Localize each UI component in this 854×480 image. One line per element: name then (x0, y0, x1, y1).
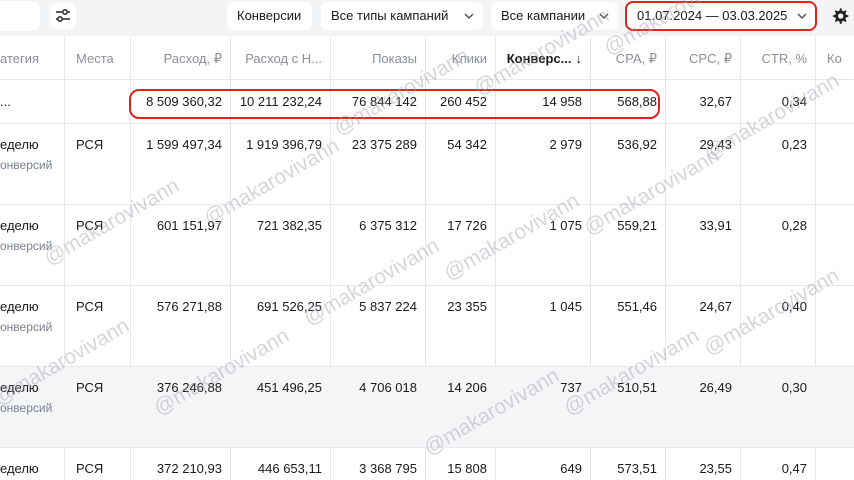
strategy-cell: еделю онверсий (0, 367, 64, 447)
strategy-name: еделю (0, 218, 39, 233)
strategy-name: еделю (0, 299, 39, 314)
ctr-cell: 0,47 (781, 461, 807, 476)
strategy-cell: еделю онверсий (0, 286, 64, 366)
strategy-name: еделю (0, 380, 39, 395)
places-cell: РСЯ (76, 218, 104, 233)
strategy-goal: онверсий (0, 158, 53, 172)
col-clicks-header[interactable]: Клики (425, 37, 495, 79)
ctr-cell: 0,40 (781, 299, 807, 314)
col-spend-header[interactable]: Расход, ₽ (130, 37, 230, 79)
col-places-header[interactable]: Места (64, 37, 130, 79)
clicks-cell: 17 726 (447, 218, 487, 233)
campaign-types-dropdown[interactable]: Все типы кампаний (321, 2, 483, 30)
conversions-cell: 737 (560, 380, 582, 395)
spend-vat-cell: 451 496,25 (256, 380, 322, 395)
sort-arrow-icon: ↓ (575, 51, 583, 66)
spend-cell: 576 271,88 (156, 299, 222, 314)
ctr-cell: 0,28 (781, 218, 807, 233)
table-row[interactable]: еделю онверсий РСЯ 576 271,88 691 526,25… (0, 286, 854, 367)
cpc-cell: 33,91 (699, 218, 732, 233)
campaigns-dropdown[interactable]: Все кампании (491, 2, 618, 30)
conversions-cell: 1 045 (549, 299, 582, 314)
cpa-cell: 573,51 (617, 461, 657, 476)
col-spend-vat-header[interactable]: Расход с Н... (230, 37, 330, 79)
total-cpc: 32,67 (699, 94, 732, 109)
clicks-cell: 23 355 (447, 299, 487, 314)
cpc-cell: 26,49 (699, 380, 732, 395)
campaigns-label: Все кампании (501, 8, 586, 23)
spend-vat-cell: 1 919 396,79 (246, 137, 322, 152)
cpa-cell: 536,92 (617, 137, 657, 152)
strategy-name: еделю (0, 137, 39, 152)
strategy-cell: еделю онверсий (0, 205, 64, 285)
spend-cell: 1 599 497,34 (146, 137, 222, 152)
spend-cell: 372 210,93 (156, 461, 222, 476)
impressions-cell: 6 375 312 (359, 218, 417, 233)
toolbar: Конверсии Все типы кампаний Все кампании… (0, 0, 854, 36)
table-row[interactable]: еделю онверсий РСЯ 601 151,97 721 382,35… (0, 205, 854, 286)
strategy-cell: еделю (0, 448, 64, 480)
strategy-name: еделю (0, 461, 39, 476)
places-cell: РСЯ (76, 137, 104, 152)
impressions-cell: 3 368 795 (359, 461, 417, 476)
strategy-cell: еделю онверсий (0, 124, 64, 204)
col-conversions-label: Конверс... (506, 51, 572, 66)
spend-vat-cell: 446 653,11 (257, 461, 322, 476)
ctr-cell: 0,23 (781, 137, 807, 152)
cpa-cell: 559,21 (617, 218, 657, 233)
conversions-cell: 1 075 (549, 218, 582, 233)
spend-vat-cell: 691 526,25 (256, 299, 322, 314)
chevron-down-icon (599, 13, 609, 20)
ctr-cell: 0,30 (781, 380, 807, 395)
conversions-button[interactable]: Конверсии (227, 2, 312, 30)
clicks-cell: 14 206 (447, 380, 487, 395)
total-strategy: ... (0, 94, 11, 109)
places-cell: РСЯ (76, 461, 104, 476)
col-conversions-header[interactable]: Конверс... ↓ (495, 37, 590, 79)
filter-settings-button[interactable] (50, 3, 76, 29)
col-impressions-header[interactable]: Показы (330, 37, 425, 79)
spend-cell: 601 151,97 (156, 218, 222, 233)
cpc-cell: 23,55 (699, 461, 732, 476)
clicks-cell: 54 342 (447, 137, 487, 152)
chevron-down-icon (464, 13, 474, 20)
spend-vat-cell: 721 382,35 (256, 218, 322, 233)
places-cell: РСЯ (76, 380, 104, 395)
total-ctr: 0,34 (781, 94, 807, 109)
places-cell: РСЯ (76, 299, 104, 314)
col-ctr-header[interactable]: CTR, % (740, 37, 815, 79)
conversions-cell: 649 (560, 461, 582, 476)
col-more-header[interactable]: Ко (815, 37, 854, 79)
date-range-highlight (625, 1, 817, 31)
impressions-cell: 5 837 224 (359, 299, 417, 314)
clicks-cell: 15 808 (447, 461, 487, 476)
sliders-icon (56, 9, 70, 23)
strategy-goal: онверсий (0, 320, 53, 334)
impressions-cell: 4 706 018 (359, 380, 417, 395)
campaign-types-label: Все типы кампаний (331, 8, 449, 23)
col-cpa-header[interactable]: CPA, ₽ (590, 37, 665, 79)
conversions-label: Конверсии (237, 8, 302, 23)
col-strategy-header[interactable]: атегия (0, 37, 64, 79)
total-places (64, 80, 130, 123)
conversions-cell: 2 979 (549, 137, 582, 152)
cpa-cell: 510,51 (617, 380, 657, 395)
cpc-cell: 24,67 (699, 299, 732, 314)
table-row[interactable]: еделю онверсий РСЯ 1 599 497,34 1 919 39… (0, 124, 854, 205)
strategy-goal: онверсий (0, 401, 53, 415)
stats-page: Конверсии Все типы кампаний Все кампании… (0, 0, 854, 480)
impressions-cell: 23 375 289 (351, 137, 417, 152)
table-row[interactable]: еделю РСЯ 372 210,93 446 653,11 3 368 79… (0, 448, 854, 480)
gear-icon[interactable] (831, 7, 849, 25)
cpc-cell: 29,43 (699, 137, 732, 152)
table-header: атегия Места Расход, ₽ Расход с Н... Пок… (0, 37, 854, 80)
table-row[interactable]: еделю онверсий РСЯ 376 246,88 451 496,25… (0, 367, 854, 448)
spend-cell: 376 246,88 (156, 380, 222, 395)
strategy-goal: онверсий (0, 239, 53, 253)
col-cpc-header[interactable]: CPC, ₽ (665, 37, 740, 79)
total-row-highlight (129, 89, 660, 119)
search-input[interactable] (0, 1, 40, 31)
cpa-cell: 551,46 (617, 299, 657, 314)
